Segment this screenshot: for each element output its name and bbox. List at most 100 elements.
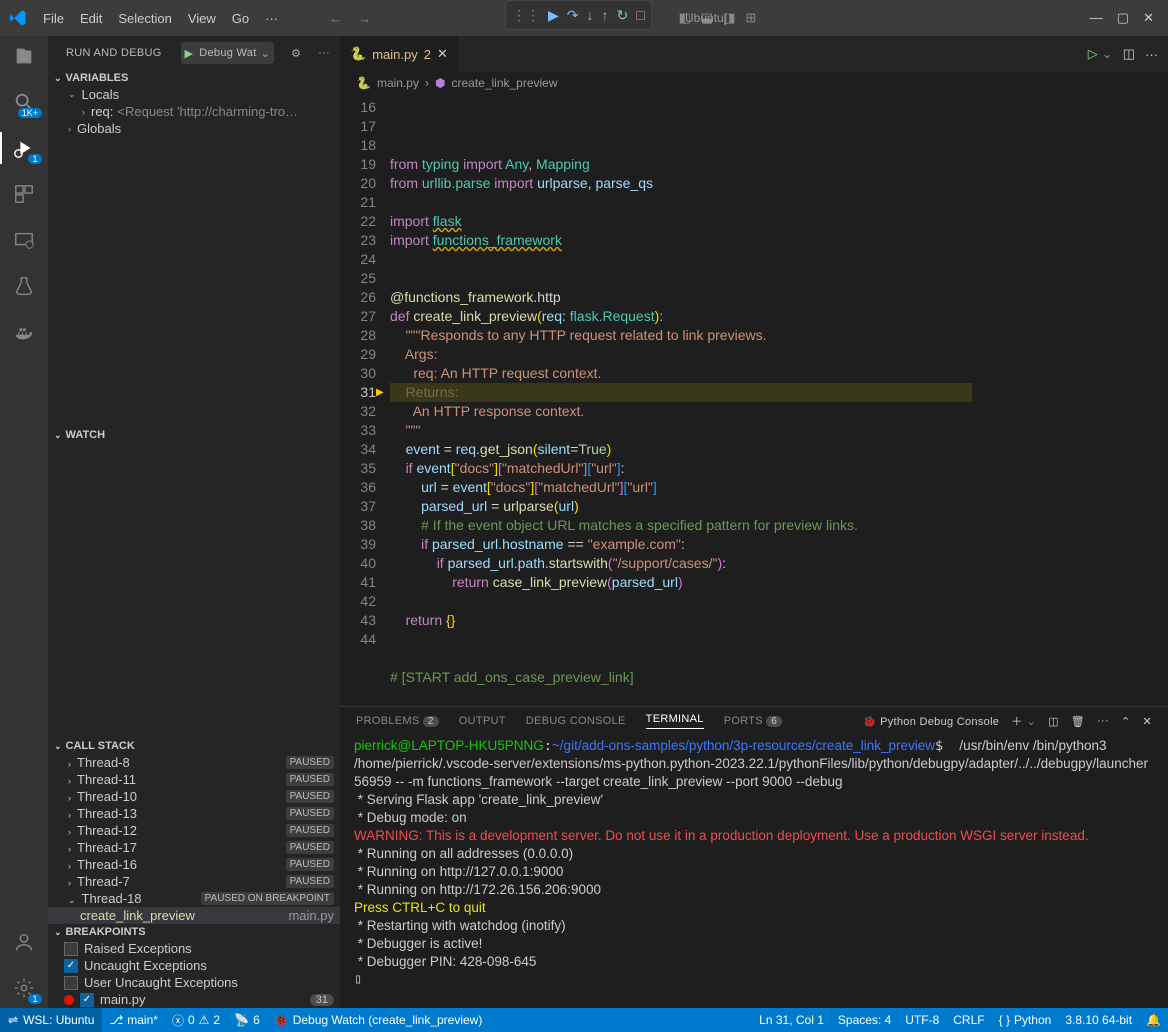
callstack-thread-active[interactable]: ⌄Thread-18PAUSED ON BREAKPOINT: [48, 890, 340, 907]
callstack-header[interactable]: ⌄CALL STACK: [48, 738, 340, 754]
eol[interactable]: CRLF: [946, 1013, 991, 1027]
variables-header[interactable]: ⌄VARIABLES: [48, 70, 340, 86]
account-icon[interactable]: [12, 930, 36, 954]
drag-handle-icon[interactable]: ⋮⋮: [512, 7, 540, 24]
split-editor-icon[interactable]: ◫: [1123, 46, 1135, 62]
tab-problems[interactable]: PROBLEMS 2: [356, 715, 439, 727]
testing-icon[interactable]: [12, 274, 36, 298]
kill-terminal-icon[interactable]: 🗑: [1071, 715, 1085, 728]
globals-scope[interactable]: ›Globals: [48, 120, 340, 137]
nav-back-icon[interactable]: ←: [329, 11, 342, 26]
callstack-thread[interactable]: ›Thread-11PAUSED: [48, 771, 340, 788]
menu-file[interactable]: File: [36, 7, 71, 30]
callstack-frame[interactable]: create_link_previewmain.py: [48, 907, 340, 924]
checkbox[interactable]: ✓: [80, 993, 94, 1007]
checkbox[interactable]: [64, 942, 78, 956]
debug-config-selector[interactable]: ▶ Debug Wat ⌄: [181, 42, 275, 64]
tab-ports[interactable]: PORTS 6: [724, 715, 782, 727]
tab-main-py[interactable]: 🐍 main.py 2 ✕: [340, 36, 459, 72]
extensions-icon[interactable]: [12, 182, 36, 206]
language-mode[interactable]: { }Python: [992, 1013, 1059, 1027]
encoding[interactable]: UTF-8: [898, 1013, 946, 1027]
close-panel-icon[interactable]: ✕: [1142, 715, 1152, 728]
more-icon[interactable]: ···: [1097, 715, 1109, 727]
python-version[interactable]: 3.8.10 64-bit: [1058, 1013, 1139, 1027]
callstack-thread[interactable]: ›Thread-16PAUSED: [48, 856, 340, 873]
callstack-thread[interactable]: ›Thread-17PAUSED: [48, 839, 340, 856]
variable-req[interactable]: ›req:<Request 'http://charming-tro…: [48, 103, 340, 120]
editor: 🐍 main.py 2 ✕ ▷⌄ ◫ ··· 🐍 main.py › ⬢ cre…: [340, 36, 1168, 1008]
notifications-icon[interactable]: 🔔: [1139, 1013, 1168, 1027]
new-terminal-icon[interactable]: ＋: [1011, 713, 1022, 729]
minimap[interactable]: [1072, 94, 1168, 706]
remote-explorer-icon[interactable]: [12, 228, 36, 252]
run-icon[interactable]: ▷: [1088, 46, 1098, 62]
explorer-icon[interactable]: [12, 44, 36, 68]
step-out-icon[interactable]: ↑: [602, 7, 609, 23]
menu-view[interactable]: View: [181, 7, 223, 30]
bp-uncaught[interactable]: ✓Uncaught Exceptions: [48, 957, 340, 974]
debug-session[interactable]: 🐞Debug Watch (create_link_preview): [267, 1013, 490, 1027]
menu-selection[interactable]: Selection: [111, 7, 178, 30]
maximize-panel-icon[interactable]: ⌃: [1121, 715, 1131, 728]
bp-user-uncaught[interactable]: User Uncaught Exceptions: [48, 974, 340, 991]
minimize-icon[interactable]: —: [1090, 10, 1103, 26]
step-over-icon[interactable]: ↷: [567, 7, 579, 24]
layout-customize-icon[interactable]: ⊞: [745, 10, 756, 26]
split-terminal-icon[interactable]: ◫: [1048, 715, 1059, 728]
debug-launch-icon[interactable]: 🐞 Python Debug Console: [863, 715, 1000, 728]
sidebar: RUN AND DEBUG ▶ Debug Wat ⌄ ⚙ ··· ⌄VARIA…: [48, 36, 340, 1008]
callstack-thread[interactable]: ›Thread-10PAUSED: [48, 788, 340, 805]
continue-icon[interactable]: ▶: [548, 7, 559, 24]
restart-icon[interactable]: ↻: [617, 7, 629, 24]
more-actions-icon[interactable]: ···: [1145, 47, 1158, 62]
python-file-icon: 🐍: [356, 76, 371, 90]
step-into-icon[interactable]: ↓: [587, 7, 594, 23]
close-icon[interactable]: ✕: [1143, 10, 1154, 26]
terminal-content[interactable]: pierrick@LAPTOP-HKU5PNNG:~/git/add-ons-s…: [340, 729, 1168, 1008]
bottom-panel: PROBLEMS 2 OUTPUT DEBUG CONSOLE TERMINAL…: [340, 706, 1168, 1008]
locals-scope[interactable]: ⌄Locals: [48, 86, 340, 103]
stop-icon[interactable]: □: [636, 7, 644, 23]
bp-raised[interactable]: Raised Exceptions: [48, 940, 340, 957]
tab-debug-console[interactable]: DEBUG CONSOLE: [526, 715, 626, 727]
remote-indicator[interactable]: ⇌WSL: Ubuntu: [0, 1008, 102, 1032]
problems-status[interactable]: ⓧ0 ⚠2: [165, 1012, 227, 1029]
tab-output[interactable]: OUTPUT: [459, 715, 506, 727]
menubar: File Edit Selection View Go ···: [36, 7, 285, 30]
breadcrumb[interactable]: 🐍 main.py › ⬢ create_link_preview: [340, 72, 1168, 94]
menu-edit[interactable]: Edit: [73, 7, 109, 30]
git-branch[interactable]: ⎇main*: [102, 1013, 165, 1027]
debug-icon: 🐞: [274, 1013, 289, 1027]
search-icon[interactable]: 1K+: [12, 90, 36, 114]
menu-more[interactable]: ···: [258, 7, 285, 30]
cursor-position[interactable]: Ln 31, Col 1: [752, 1013, 831, 1027]
settings-icon[interactable]: 1: [12, 976, 36, 1000]
broadcast-icon: 📡: [234, 1013, 249, 1027]
tab-close-icon[interactable]: ✕: [437, 46, 448, 62]
code-content[interactable]: ▶ from typing import Any, Mapping from u…: [390, 94, 1072, 706]
watch-header[interactable]: ⌄WATCH: [48, 427, 340, 443]
maximize-icon[interactable]: ▢: [1117, 10, 1129, 26]
callstack-thread[interactable]: ›Thread-12PAUSED: [48, 822, 340, 839]
settings-gear-icon[interactable]: ⚙: [291, 47, 301, 60]
callstack-thread[interactable]: ›Thread-7PAUSED: [48, 873, 340, 890]
bp-file[interactable]: ✓main.py31: [48, 991, 340, 1008]
nav-forward-icon[interactable]: →: [358, 11, 371, 26]
code-editor[interactable]: 1617181920212223242526272829303132333435…: [340, 94, 1168, 706]
more-icon[interactable]: ···: [318, 47, 330, 59]
indentation[interactable]: Spaces: 4: [831, 1013, 898, 1027]
chevron-down-icon: ⌄: [261, 47, 271, 60]
debug-icon[interactable]: 1: [12, 136, 36, 160]
tab-terminal[interactable]: TERMINAL: [646, 713, 704, 729]
callstack-thread[interactable]: ›Thread-13PAUSED: [48, 805, 340, 822]
checkbox[interactable]: ✓: [64, 959, 78, 973]
breakpoints-header[interactable]: ⌄BREAKPOINTS: [48, 924, 340, 940]
ports-status[interactable]: 📡6: [227, 1013, 267, 1027]
docker-icon[interactable]: [12, 320, 36, 344]
callstack-thread[interactable]: ›Thread-8PAUSED: [48, 754, 340, 771]
breakpoint-icon: [64, 995, 74, 1005]
menu-go[interactable]: Go: [225, 7, 256, 30]
checkbox[interactable]: [64, 976, 78, 990]
remote-icon: ⇌: [8, 1013, 18, 1027]
